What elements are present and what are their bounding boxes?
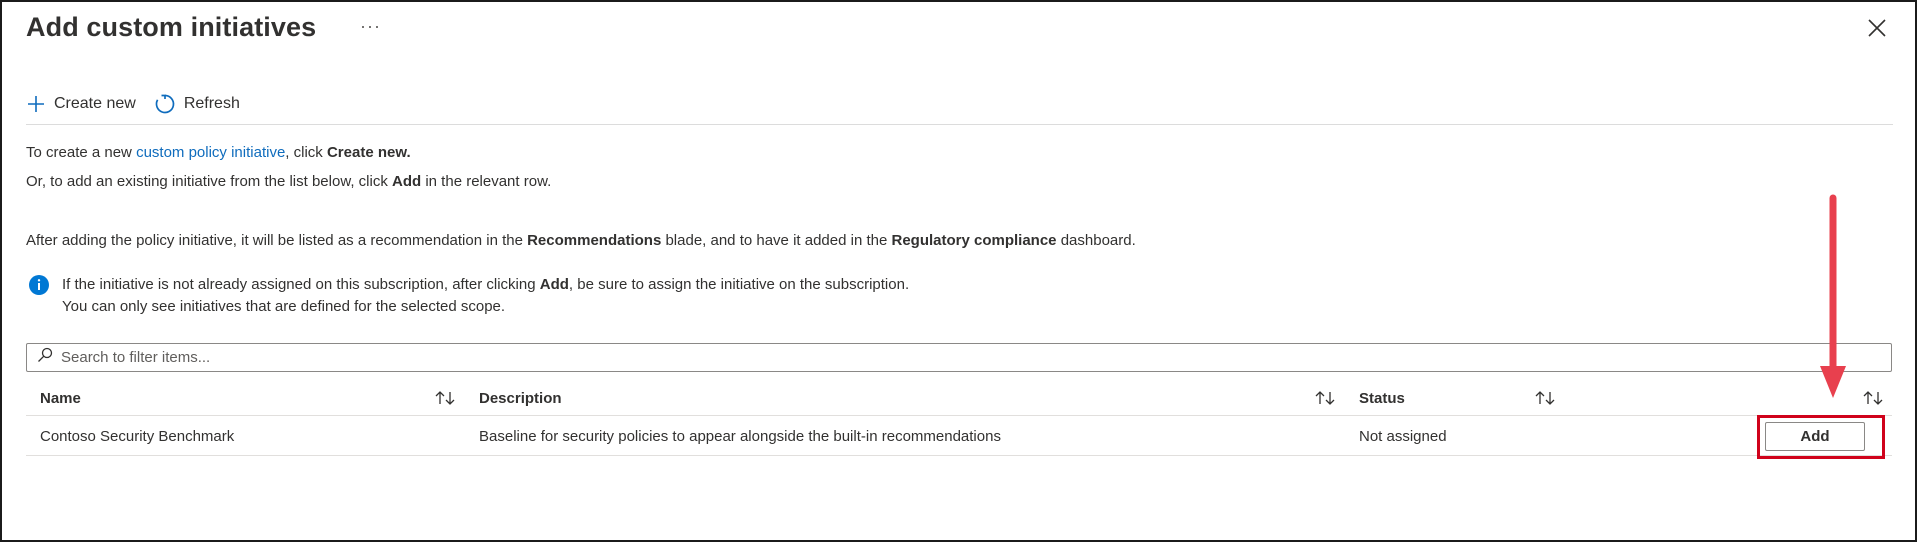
initiative-description: Baseline for security policies to appear… <box>479 427 1001 445</box>
table-header: Name Description Status <box>26 380 1892 416</box>
search-icon <box>37 347 53 368</box>
search-box[interactable] <box>26 343 1892 372</box>
refresh-label: Refresh <box>183 95 240 112</box>
info-text-part: , be sure to assign the initiative on th… <box>568 276 910 293</box>
add-button[interactable]: Add <box>1765 422 1865 451</box>
initiative-name-link[interactable]: Contoso Security Benchmark <box>40 416 234 456</box>
refresh-icon <box>154 93 176 115</box>
info-text: If the initiative is not already assigne… <box>62 274 909 318</box>
initiative-status: Not assigned <box>1359 427 1447 445</box>
custom-policy-initiative-link[interactable]: custom policy initiative <box>136 144 285 161</box>
intro-text: in the relevant row. <box>421 173 552 190</box>
table-row: Contoso Security Benchmark Baseline for … <box>26 416 1892 456</box>
toolbar: Create new Refresh <box>26 86 258 122</box>
intro-bold-text: Regulatory compliance <box>891 232 1057 249</box>
intro-text: blade, and to have it added in the <box>661 232 892 249</box>
close-icon[interactable] <box>1865 16 1889 40</box>
intro-line-1: To create a new custom policy initiative… <box>26 144 411 161</box>
sort-icon[interactable] <box>434 389 458 412</box>
info-icon <box>28 274 50 318</box>
info-bold-text: Add <box>539 276 569 293</box>
intro-text: After adding the policy initiative, it w… <box>26 232 528 249</box>
sort-icon[interactable] <box>1314 389 1338 412</box>
info-line-1: If the initiative is not already assigne… <box>62 274 909 296</box>
create-new-label: Create new <box>54 95 136 112</box>
sort-icon[interactable] <box>1862 389 1886 412</box>
column-header-name[interactable]: Name <box>40 380 81 416</box>
page-title: Add custom initiatives <box>26 12 317 42</box>
info-banner: If the initiative is not already assigne… <box>28 274 909 318</box>
intro-bold-text: Create new. <box>326 144 411 161</box>
intro-text: To create a new <box>26 144 137 161</box>
create-new-button[interactable]: Create new <box>26 94 136 114</box>
column-header-status[interactable]: Status <box>1359 380 1405 416</box>
intro-line-2: Or, to add an existing initiative from t… <box>26 173 551 190</box>
intro-text: Or, to add an existing initiative from t… <box>26 173 392 190</box>
refresh-button[interactable]: Refresh <box>154 93 240 115</box>
intro-bold-text: Recommendations <box>527 232 662 249</box>
intro-text: , click <box>285 144 327 161</box>
intro-bold-text: Add <box>392 173 422 190</box>
intro-line-3: After adding the policy initiative, it w… <box>26 232 1136 249</box>
sort-icon[interactable] <box>1534 389 1558 412</box>
search-input[interactable] <box>61 349 1761 366</box>
blade-panel: Add custom initiatives ··· Create new Re… <box>0 0 1917 542</box>
arrow-annotation <box>1820 194 1846 398</box>
column-header-description[interactable]: Description <box>479 380 562 416</box>
info-text-part: If the initiative is not already assigne… <box>62 276 540 293</box>
toolbar-divider <box>26 124 1893 125</box>
intro-text: dashboard. <box>1056 232 1136 249</box>
plus-icon <box>26 94 46 114</box>
more-icon[interactable]: ··· <box>360 16 381 37</box>
info-line-2: You can only see initiatives that are de… <box>62 298 506 315</box>
